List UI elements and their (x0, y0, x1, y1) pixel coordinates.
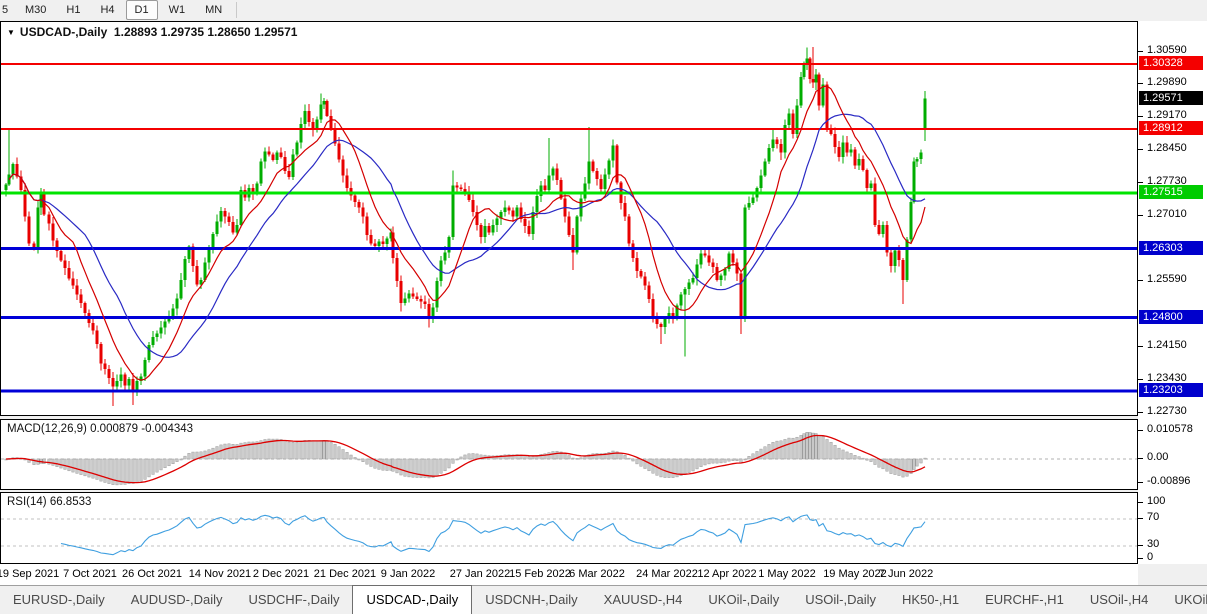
chart-tab-usdcnh[interactable]: USDCNH-,Daily (472, 587, 590, 613)
rsi-tick-label: 100 (1147, 495, 1165, 507)
rsi-label: RSI(14) 66.8533 (7, 496, 91, 508)
rsi-tick-label: 70 (1147, 511, 1159, 523)
price-tick-mark (1138, 116, 1143, 117)
price-tick-mark (1138, 182, 1143, 183)
macd-indicator-panel[interactable]: MACD(12,26,9) 0.000879 -0.004343 (0, 419, 1138, 490)
chart-tab-eurusd[interactable]: EURUSD-,Daily (0, 587, 118, 613)
price-tick-mark (1138, 149, 1143, 150)
macd-tick-mark (1138, 458, 1143, 459)
timeframe-button-w1[interactable]: W1 (160, 0, 195, 20)
price-tick-label: 1.22730 (1147, 405, 1187, 417)
price-tick-mark (1138, 346, 1143, 347)
price-tick-mark (1138, 280, 1143, 281)
macd-tick-label: 0.00 (1147, 451, 1168, 463)
chart-tab-usoil[interactable]: USOil-,Daily (792, 587, 889, 613)
price-tick-label: 1.29890 (1147, 76, 1187, 88)
macd-tick-mark (1138, 482, 1143, 483)
rsi-indicator-panel[interactable]: RSI(14) 66.8533 (0, 492, 1138, 564)
price-level-badge: 1.24800 (1139, 310, 1203, 324)
timeframe-button-h1[interactable]: H1 (57, 0, 89, 20)
trading-terminal-window: 5M30H1H4D1W1MN ▼ USDCAD-,Daily 1.28893 1… (0, 0, 1207, 614)
rsi-tick-label: 0 (1147, 551, 1153, 563)
price-tick-mark (1138, 379, 1143, 380)
price-tick-mark (1138, 215, 1143, 216)
time-axis[interactable]: 19 Sep 20217 Oct 202126 Oct 202114 Nov 2… (0, 564, 1138, 585)
macd-tick-label: -0.00896 (1147, 475, 1190, 487)
chart-tab-ukoil[interactable]: UKOil-,Daily (695, 587, 792, 613)
price-level-badge: 1.27515 (1139, 185, 1203, 199)
rsi-tick-mark (1138, 518, 1143, 519)
macd-label: MACD(12,26,9) 0.000879 -0.004343 (7, 423, 193, 435)
timeframe-button-mn[interactable]: MN (196, 0, 231, 20)
chart-tab-usoil[interactable]: USOil-,H4 (1077, 587, 1162, 613)
price-level-badge: 1.26303 (1139, 241, 1203, 255)
chart-title-text: USDCAD-,Daily 1.28893 1.29735 1.28650 1.… (20, 25, 298, 39)
rsi-tick-mark (1138, 502, 1143, 503)
price-level-badge: 1.23203 (1139, 383, 1203, 397)
rsi-tick-mark (1138, 558, 1143, 559)
price-tick-label: 1.29170 (1147, 109, 1187, 121)
price-tick-label: 1.30590 (1147, 44, 1187, 56)
chart-tab-usdchf[interactable]: USDCHF-,Daily (235, 587, 352, 613)
macd-tick-label: 0.010578 (1147, 423, 1193, 435)
symbol-dropdown-icon[interactable]: ▼ (7, 28, 15, 37)
price-tick-label: 1.27010 (1147, 208, 1187, 220)
timeframe-button-5[interactable]: 5 (1, 0, 14, 20)
chart-tab-audusd[interactable]: AUDUSD-,Daily (118, 587, 236, 613)
chart-tab-bar: EURUSD-,DailyAUDUSD-,DailyUSDCHF-,DailyU… (0, 585, 1207, 614)
price-level-badge: 1.29571 (1139, 91, 1203, 105)
price-tick-mark (1138, 412, 1143, 413)
timeframe-toolbar: 5M30H1H4D1W1MN (0, 0, 1207, 20)
price-tick-label: 1.24150 (1147, 339, 1187, 351)
rsi-tick-label: 30 (1147, 538, 1159, 550)
price-tick-label: 1.28450 (1147, 142, 1187, 154)
chart-tab-ukoil[interactable]: UKOil-,H4 (1161, 587, 1207, 613)
macd-tick-mark (1138, 430, 1143, 431)
chart-title: ▼ USDCAD-,Daily 1.28893 1.29735 1.28650 … (7, 25, 297, 39)
price-tick-mark (1138, 51, 1143, 52)
price-axis[interactable]: 1.305901.298901.291701.284501.277301.270… (1138, 21, 1207, 564)
chart-tab-xauusd[interactable]: XAUUSD-,H4 (591, 587, 696, 613)
toolbar-separator (236, 2, 237, 18)
timeframe-button-m30[interactable]: M30 (16, 0, 55, 20)
rsi-tick-mark (1138, 545, 1143, 546)
timeframe-button-h4[interactable]: H4 (91, 0, 123, 20)
price-level-badge: 1.28912 (1139, 121, 1203, 135)
price-tick-label: 1.25590 (1147, 273, 1187, 285)
chart-tab-hk50[interactable]: HK50-,H1 (889, 587, 972, 613)
chart-tab-eurchf[interactable]: EURCHF-,H1 (972, 587, 1077, 613)
candlestick-chart[interactable] (1, 22, 1137, 415)
timeframe-button-d1[interactable]: D1 (126, 0, 158, 20)
date-tick-label: 7 Jun 2022 (861, 568, 951, 580)
price-level-badge: 1.30328 (1139, 56, 1203, 70)
price-chart-panel[interactable]: ▼ USDCAD-,Daily 1.28893 1.29735 1.28650 … (0, 21, 1138, 416)
price-tick-mark (1138, 83, 1143, 84)
chart-tab-usdcad[interactable]: USDCAD-,Daily (352, 585, 472, 614)
rsi-chart[interactable] (1, 493, 1137, 563)
